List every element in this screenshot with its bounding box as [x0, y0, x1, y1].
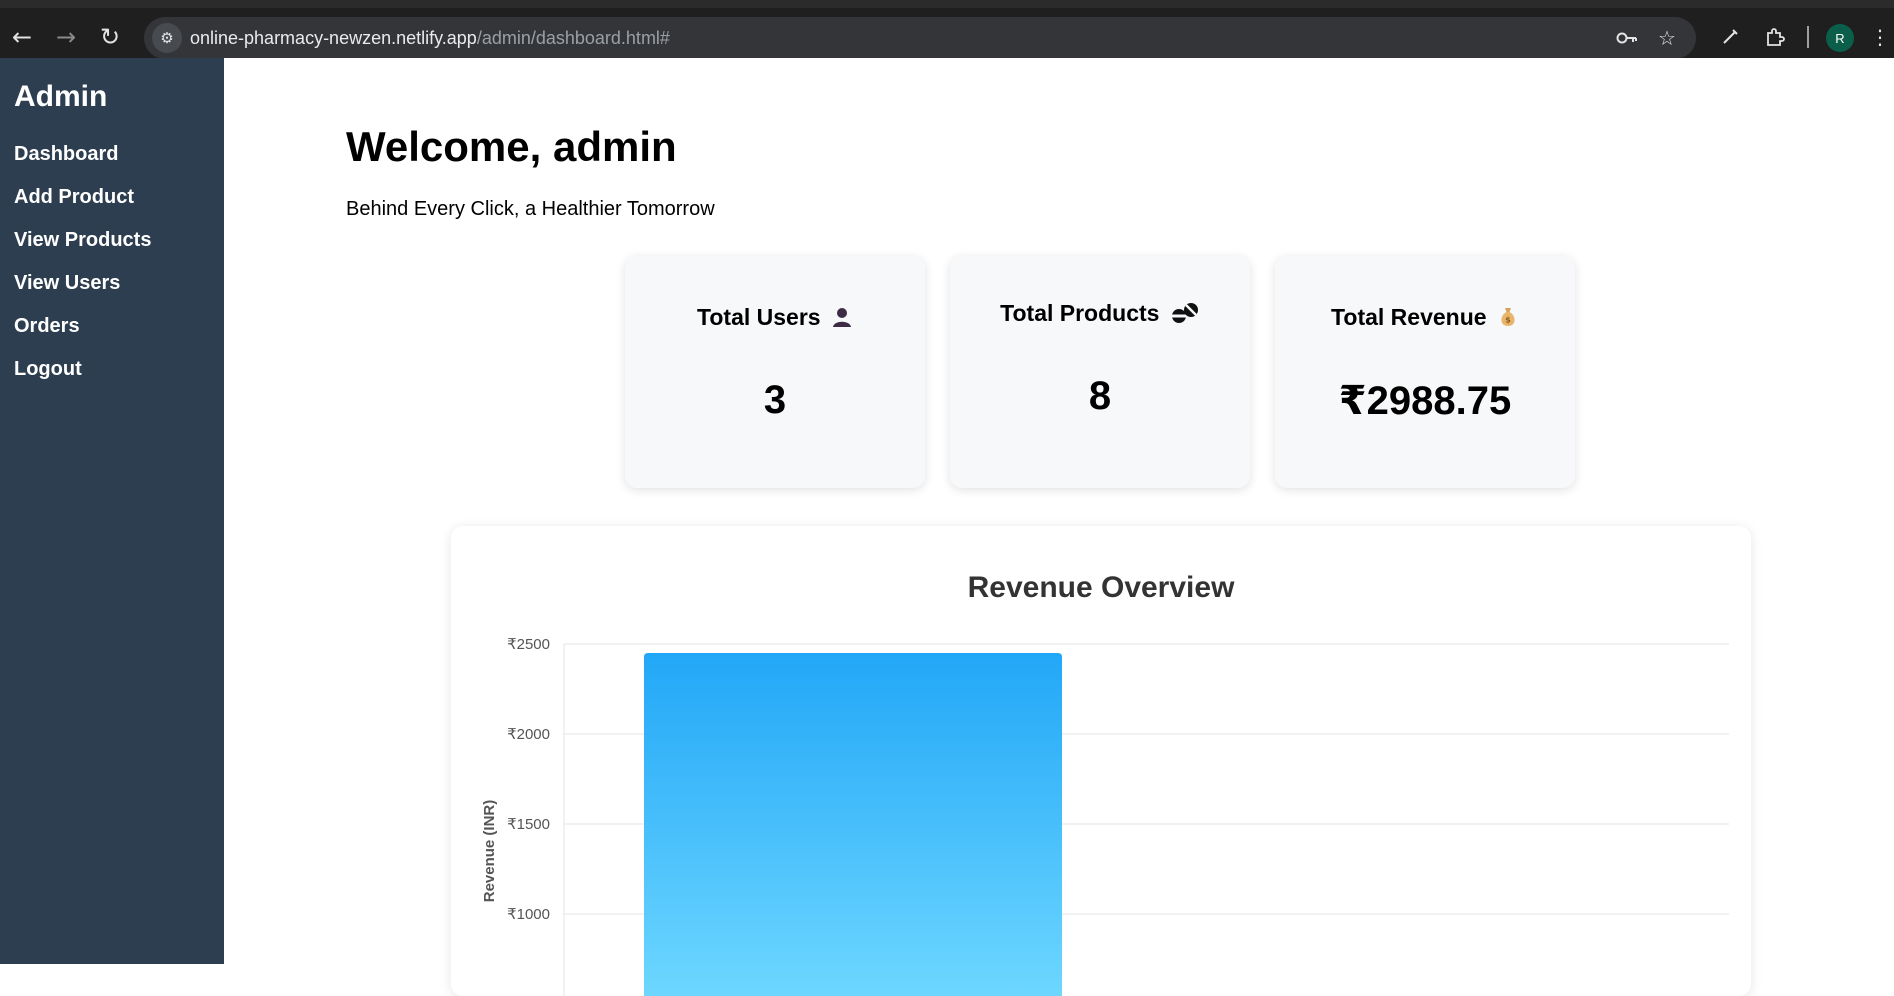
sidebar-item-orders[interactable]: Orders	[14, 314, 210, 357]
site-settings-icon[interactable]: ⚙	[152, 23, 182, 53]
stat-value-users: 3	[763, 378, 787, 422]
address-bar[interactable]: ⚙ online-pharmacy-newzen.netlify.app/adm…	[144, 17, 1696, 59]
y-tick-label: ₹1000	[507, 906, 550, 923]
key-svg	[1616, 32, 1637, 44]
sidebar-item-logout[interactable]: Logout	[14, 357, 210, 400]
sidebar-item-add-product[interactable]: Add Product	[14, 185, 210, 228]
revenue-chart-card: Revenue Overview ₹2500 ₹2000 ₹1500 ₹1000 Rev…	[451, 526, 1751, 996]
y-tick-label: ₹2000	[507, 726, 550, 743]
stat-card-revenue: Total Revenue $ ₹2988.75	[1275, 256, 1575, 488]
back-arrow-icon[interactable]: ←	[5, 20, 39, 54]
stat-title-users: Total Users	[625, 304, 925, 331]
y-tick-label: ₹1500	[507, 816, 550, 833]
star-icon[interactable]: ☆	[1654, 25, 1680, 51]
forward-arrow-icon[interactable]: →	[49, 20, 83, 54]
sidebar-item-view-users[interactable]: View Users	[14, 271, 210, 314]
stats-row: Total Users 3 Total Products 8 Total Rev…	[625, 256, 1578, 488]
revenue-chart: ₹2500 ₹2000 ₹1500 ₹1000 Revenue (INR)	[481, 636, 1729, 996]
revenue-bar[interactable]	[644, 653, 1062, 996]
pen-icon[interactable]	[1714, 21, 1746, 53]
y-axis-title: Revenue (INR)	[481, 800, 498, 903]
svg-text:$: $	[1505, 315, 1511, 324]
stat-label-products: Total Products	[1000, 300, 1160, 326]
profile-avatar[interactable]: R	[1826, 24, 1854, 52]
bust-in-silhouette-icon	[832, 307, 851, 327]
url-path: /admin/dashboard.html#	[476, 28, 670, 48]
tagline: Behind Every Click, a Healthier Tomorrow	[346, 198, 715, 220]
puzzle-svg	[1767, 28, 1785, 46]
y-tick-label: ₹2500	[507, 636, 550, 653]
stat-label-users: Total Users	[697, 304, 821, 330]
stat-card-users: Total Users 3	[625, 256, 925, 488]
url-text[interactable]: online-pharmacy-newzen.netlify.app/admin…	[190, 28, 670, 49]
browser-toolbar: ← → ↻ ⚙ online-pharmacy-newzen.netlify.a…	[0, 0, 1894, 59]
key-icon[interactable]	[1614, 25, 1640, 51]
stat-value-products: 8	[1088, 374, 1112, 418]
menu-icon[interactable]: ⋮	[1866, 21, 1894, 53]
money-bag-icon: $	[1501, 307, 1515, 326]
stat-label-revenue: Total Revenue	[1331, 304, 1487, 330]
sidebar-item-view-products[interactable]: View Products	[14, 228, 210, 271]
stat-value-revenue: ₹2988.75	[1338, 379, 1512, 423]
reload-icon[interactable]: ↻	[93, 20, 127, 54]
stat-card-products: Total Products 8	[950, 256, 1250, 488]
pill-icon	[1171, 302, 1198, 323]
url-host: online-pharmacy-newzen.netlify.app	[190, 28, 477, 48]
page-title: Welcome, admin	[346, 123, 677, 170]
sidebar-item-dashboard[interactable]: Dashboard	[14, 142, 210, 185]
extensions-icon[interactable]	[1759, 21, 1791, 53]
toolbar-divider	[1807, 26, 1809, 48]
sidebar-title: Admin	[14, 80, 108, 113]
stat-title-revenue: Total Revenue $	[1275, 304, 1575, 331]
sidebar: Admin Dashboard Add Product View Product…	[0, 58, 224, 964]
pen-svg	[1723, 29, 1738, 44]
stat-title-products: Total Products	[950, 300, 1250, 327]
main-content: Welcome, admin Behind Every Click, a Hea…	[224, 58, 1894, 996]
